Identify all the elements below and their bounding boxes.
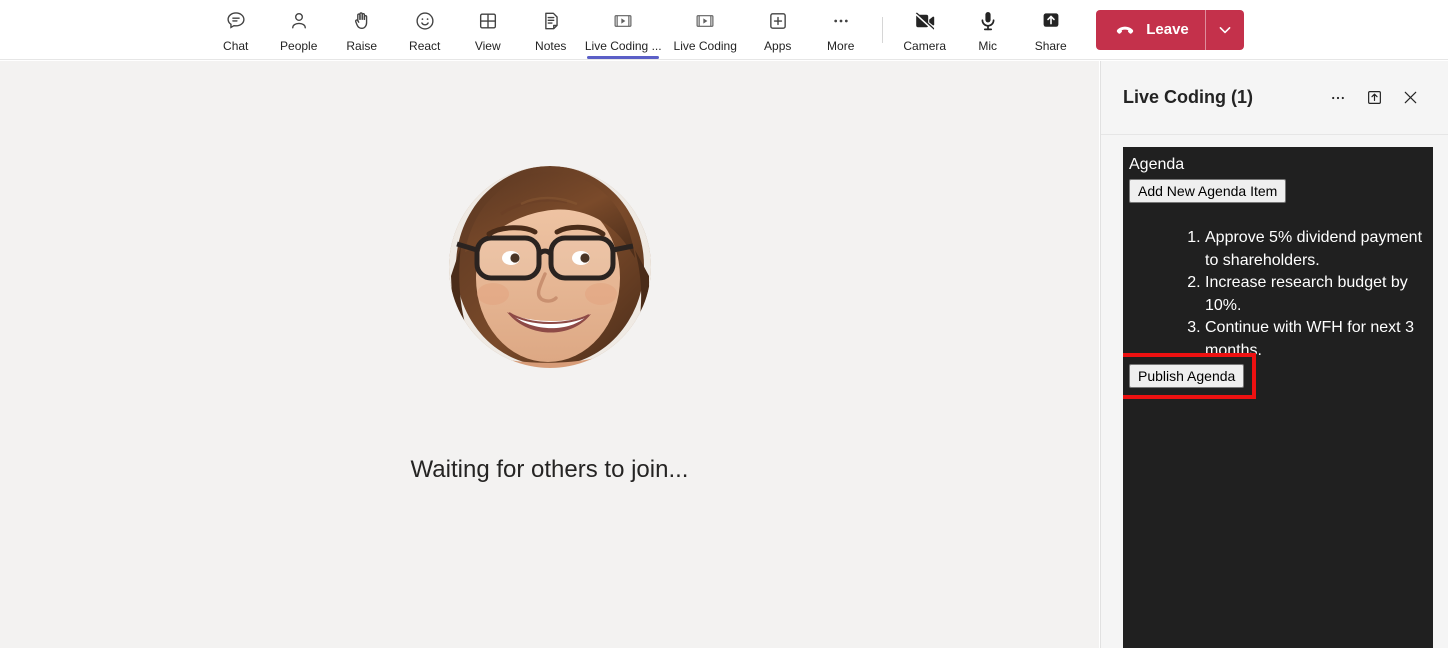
toolbar-item-people[interactable]: People (267, 2, 330, 58)
toolbar-item-react[interactable]: React (393, 2, 456, 58)
view-grid-icon (477, 9, 499, 33)
toolbar-label-apps: Apps (764, 38, 792, 53)
side-panel-title: Live Coding (1) (1123, 87, 1253, 107)
share-up-icon (1039, 9, 1063, 33)
toolbar-main-group: Chat People Raise React View Notes Live … (204, 2, 1244, 59)
camera-off-icon (913, 9, 937, 33)
toolbar-label-react: React (409, 38, 441, 53)
toolbar-label-people: People (280, 38, 318, 53)
toolbar-item-raise[interactable]: Raise (330, 2, 393, 58)
toolbar-label-live-coding-active: Live Coding ... (584, 38, 662, 53)
side-panel-header: Live Coding (1) (1101, 61, 1448, 135)
toolbar-item-live-coding-active[interactable]: Live Coding ... (582, 2, 664, 59)
leave-main-action[interactable]: Leave (1096, 10, 1205, 50)
active-tab-indicator (587, 55, 660, 59)
leave-label: Leave (1146, 21, 1189, 38)
publish-agenda-highlight: Publish Agenda (1123, 353, 1257, 399)
toolbar-label-notes: Notes (535, 38, 567, 53)
notes-icon (540, 9, 562, 33)
live-coding-side-panel: Live Coding (1) Agenda Add New Agenda It… (1100, 61, 1448, 648)
meeting-toolbar: Chat People Raise React View Notes Live … (0, 0, 1448, 60)
more-ellipsis-icon (830, 9, 852, 33)
toolbar-item-view[interactable]: View (456, 2, 519, 58)
raise-hand-icon (351, 9, 373, 33)
agenda-heading: Agenda (1129, 156, 1185, 173)
leave-dropdown-button[interactable] (1206, 10, 1244, 50)
agenda-list: Approve 5% dividend payment to sharehold… (1129, 227, 1427, 362)
toolbar-label-view: View (474, 38, 501, 53)
meeting-stage: Waiting for others to join... (0, 61, 1099, 648)
toolbar-label-raise: Raise (346, 38, 378, 53)
agenda-list-item: Approve 5% dividend payment to sharehold… (1205, 227, 1427, 272)
mic-icon (976, 9, 1000, 33)
toolbar-label-live-coding: Live Coding (673, 38, 737, 53)
participant-avatar (448, 165, 651, 368)
close-icon[interactable] (1394, 82, 1426, 114)
toolbar-item-more[interactable]: More (809, 2, 872, 58)
chat-icon (225, 9, 247, 33)
more-options-icon[interactable] (1322, 82, 1354, 114)
publish-agenda-button[interactable]: Publish Agenda (1129, 364, 1245, 388)
people-icon (288, 9, 310, 33)
live-coding-icon (612, 9, 634, 33)
toolbar-item-camera[interactable]: Camera (893, 2, 956, 58)
react-icon (414, 9, 436, 33)
toolbar-item-notes[interactable]: Notes (519, 2, 582, 58)
toolbar-label-chat: Chat (223, 38, 249, 53)
add-new-agenda-item-button[interactable]: Add New Agenda Item (1129, 179, 1287, 203)
toolbar-item-apps[interactable]: Apps (746, 2, 809, 58)
toolbar-item-mic[interactable]: Mic (956, 2, 1019, 58)
apps-plus-icon (767, 9, 789, 33)
toolbar-label-more: More (827, 38, 855, 53)
leave-button[interactable]: Leave (1096, 9, 1244, 50)
toolbar-divider (882, 16, 884, 43)
hangup-icon (1114, 19, 1136, 41)
toolbar-item-share[interactable]: Share (1019, 2, 1082, 58)
toolbar-item-live-coding[interactable]: Live Coding (664, 2, 746, 58)
chevron-down-icon (1217, 22, 1233, 38)
toolbar-item-chat[interactable]: Chat (204, 2, 267, 58)
toolbar-label-camera: Camera (903, 38, 947, 53)
toolbar-label-share: Share (1034, 38, 1067, 53)
live-coding-icon (694, 9, 716, 33)
toolbar-label-mic: Mic (978, 38, 998, 53)
agenda-list-item: Increase research budget by 10%. (1205, 272, 1427, 317)
waiting-message: Waiting for others to join... (410, 455, 689, 483)
live-coding-app-frame: Agenda Add New Agenda Item Approve 5% di… (1123, 147, 1433, 648)
popout-icon[interactable] (1358, 82, 1390, 114)
